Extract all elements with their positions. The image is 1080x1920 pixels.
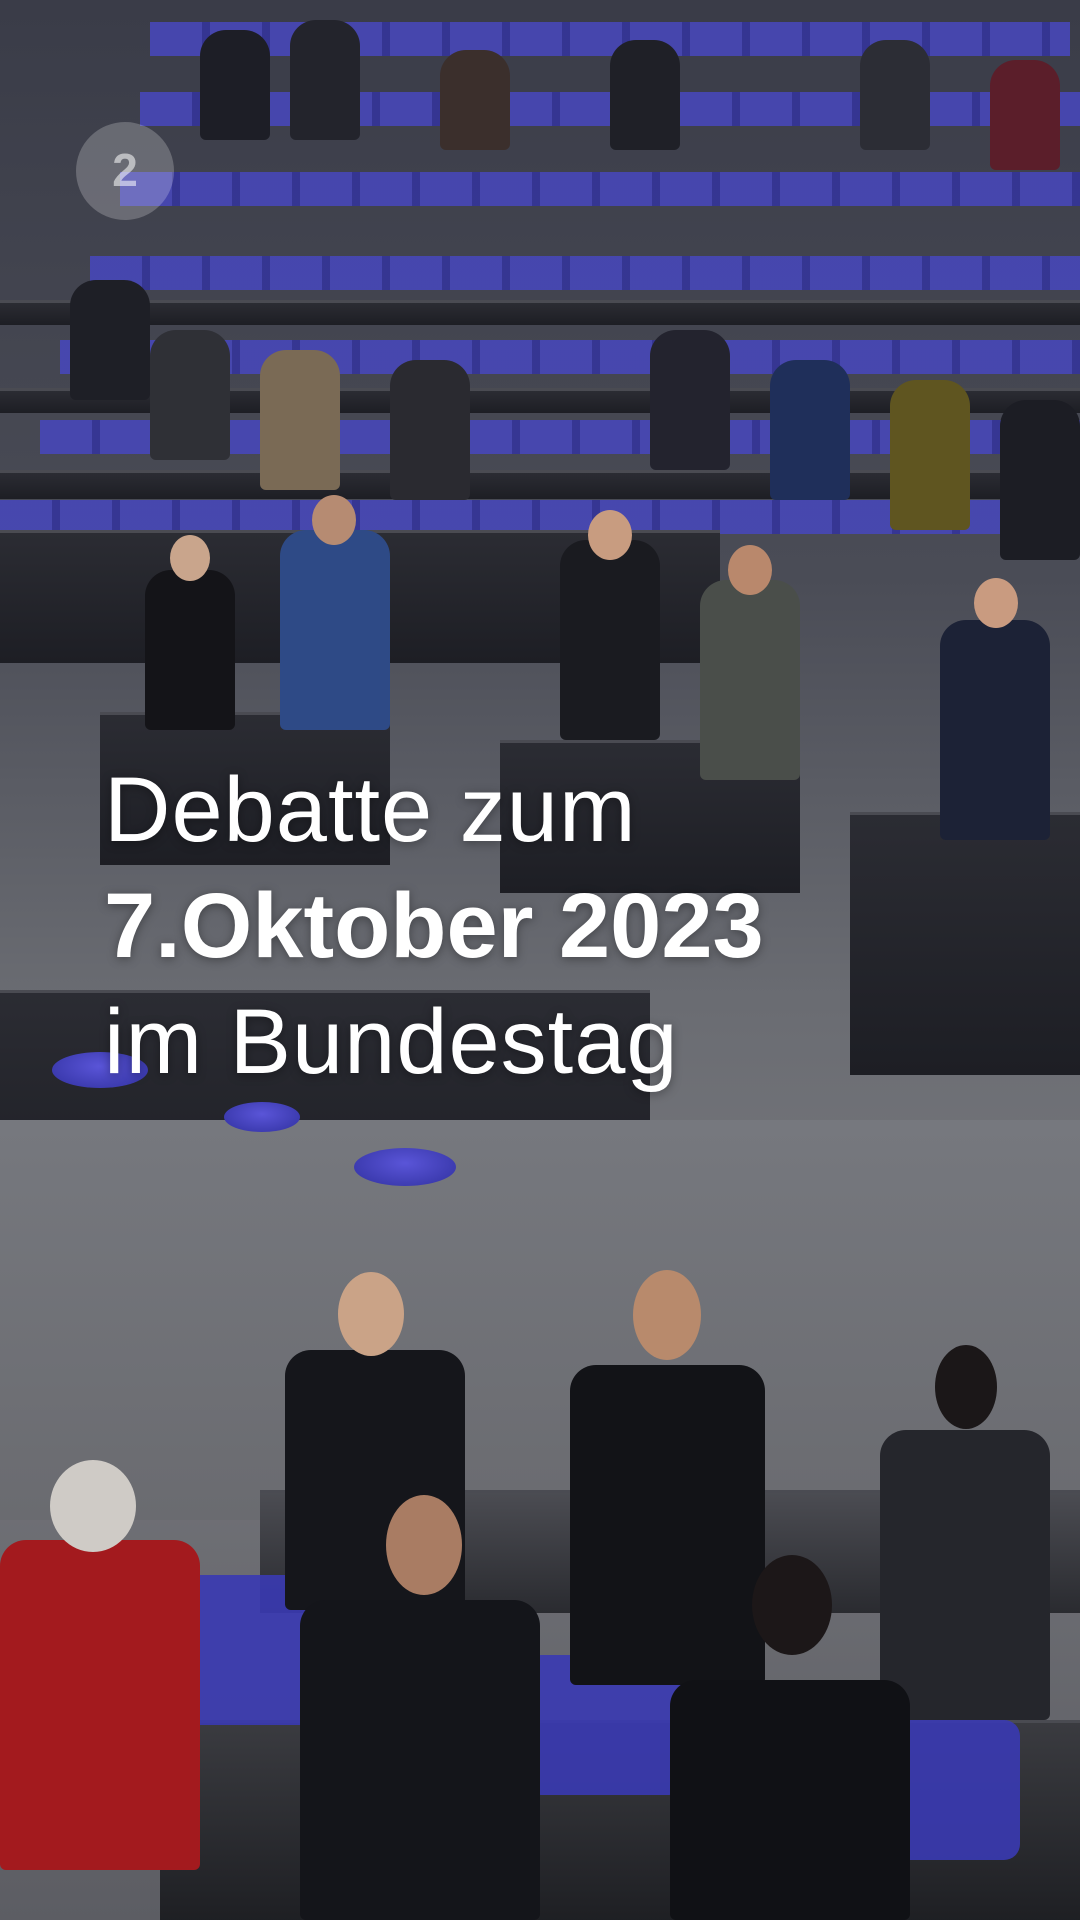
headline-line-1: Debatte zum	[104, 759, 637, 861]
headline-line-2: 7.Oktober 2023	[104, 875, 764, 977]
video-frame: 2 Debatte zum 7.Oktober 2023 im Bundesta…	[0, 0, 1080, 1920]
zdf-logo-icon: 2	[76, 122, 174, 220]
zdf-logo-mark: 2	[112, 144, 138, 196]
headline: Debatte zum 7.Oktober 2023 im Bundestag	[104, 752, 764, 1100]
headline-line-3: im Bundestag	[104, 991, 679, 1093]
svg-text:2: 2	[112, 144, 138, 196]
